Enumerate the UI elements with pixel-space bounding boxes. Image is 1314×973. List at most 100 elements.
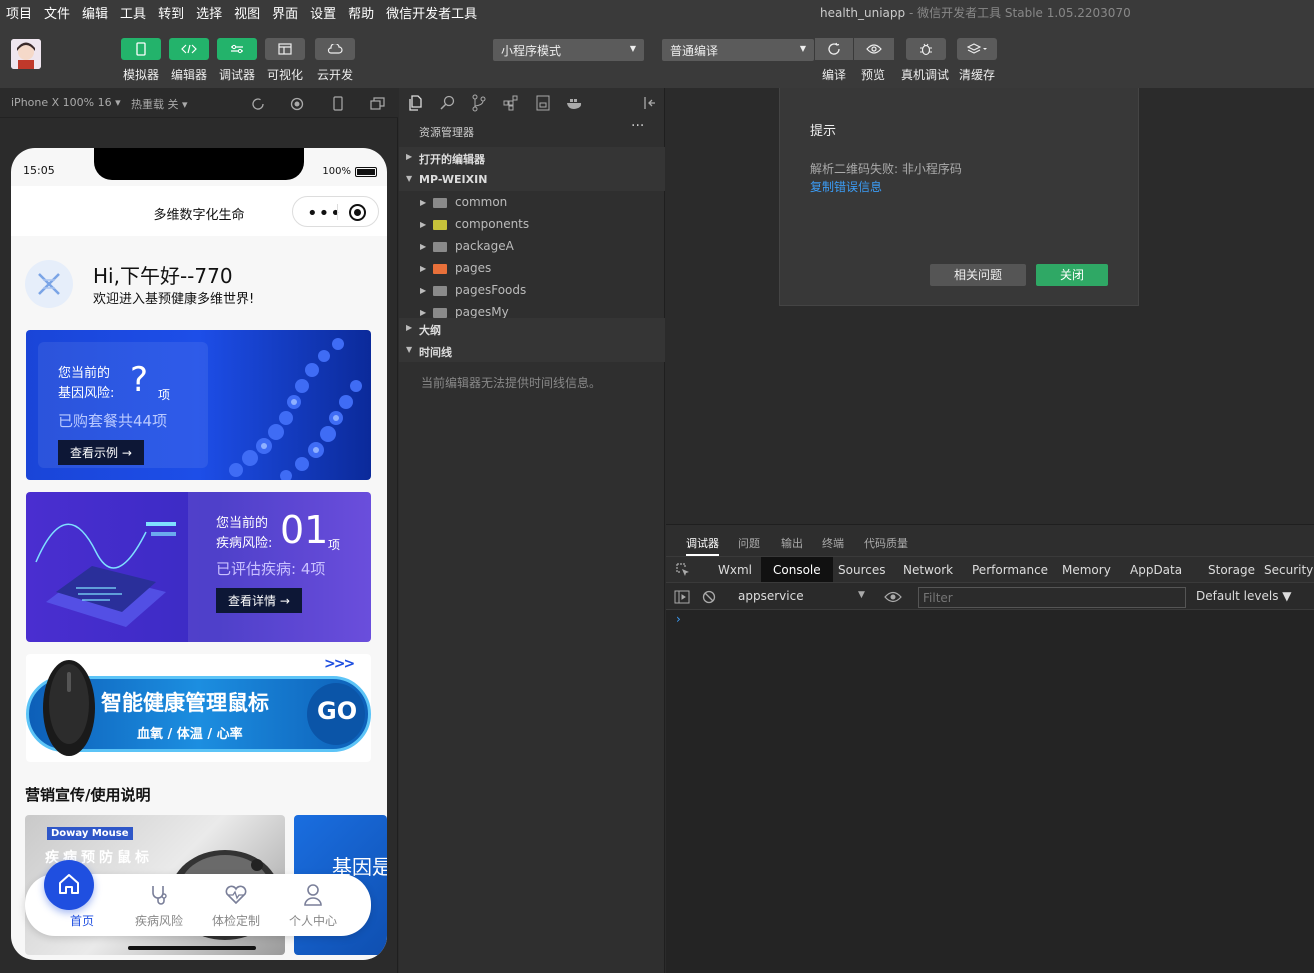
compile-label: 编译 bbox=[822, 68, 847, 82]
copy-error-link[interactable]: 复制错误信息 bbox=[810, 178, 882, 195]
smart-mouse-banner[interactable]: >>> 智能健康管理鼠标 血氧 / 体温 / 心率 GO bbox=[26, 654, 371, 762]
phone-simulator[interactable]: 15:05 100% 多维数字化生命 ••• Hi,下午好--770 欢迎进入基… bbox=[11, 148, 387, 960]
tab-sources[interactable]: Sources bbox=[826, 557, 897, 583]
tab-checkup[interactable]: 体检定制 bbox=[201, 874, 271, 936]
docker-icon[interactable] bbox=[566, 96, 584, 110]
device-select[interactable]: iPhone X 100% 16 ▾ bbox=[11, 96, 121, 109]
folder-packageA[interactable]: ▶ packageA bbox=[399, 236, 665, 258]
view-detail-button[interactable]: 查看详情 → bbox=[216, 588, 302, 613]
caret-down-icon: ▼ bbox=[799, 44, 806, 53]
record-icon[interactable] bbox=[290, 97, 304, 111]
caret-down-icon: ▼ bbox=[858, 590, 865, 600]
git-branch-icon[interactable] bbox=[472, 94, 486, 112]
caret-down-icon: ▼ bbox=[629, 44, 636, 53]
tab-profile[interactable]: 个人中心 bbox=[278, 874, 348, 936]
log-levels-select[interactable]: Default levels ▼ bbox=[1196, 589, 1292, 603]
menu-project[interactable]: 项目 bbox=[0, 3, 38, 22]
editor-button[interactable] bbox=[169, 38, 209, 60]
toolbar: 模拟器 编辑器 调试器 可视化 云开发 小程序模式 ▼ 普通编译 ▼ 编译 预览 真… bbox=[0, 24, 1314, 88]
related-issues-button[interactable]: 相关问题 bbox=[930, 264, 1026, 286]
sliders-icon bbox=[231, 44, 243, 54]
menu-devtools[interactable]: 微信开发者工具 bbox=[380, 3, 483, 22]
menu-tools[interactable]: 工具 bbox=[114, 3, 152, 22]
timeline-section[interactable]: ▼ 时间线 bbox=[399, 340, 665, 362]
folder-components[interactable]: ▶ components bbox=[399, 214, 665, 236]
menu-select[interactable]: 选择 bbox=[190, 3, 228, 22]
search-icon[interactable] bbox=[440, 95, 456, 111]
folder-icon bbox=[433, 264, 447, 274]
close-button[interactable]: 关闭 bbox=[1036, 264, 1108, 286]
avatar[interactable] bbox=[11, 39, 41, 69]
rotate-icon[interactable] bbox=[251, 97, 265, 111]
phone-icon[interactable] bbox=[332, 96, 344, 111]
disease-risk-card[interactable]: 您当前的 疾病风险: 01 项 已评估疾病: 4项 查看详情 → bbox=[26, 492, 371, 642]
tab-debugger[interactable]: 调试器 bbox=[686, 535, 719, 556]
tab-security[interactable]: Security bbox=[1252, 557, 1314, 583]
tab-code-quality[interactable]: 代码质量 bbox=[864, 535, 908, 551]
project-section[interactable]: ▼ MP-WEIXIN bbox=[399, 169, 665, 191]
simulator-bar: iPhone X 100% 16 ▾ 热重载 关 ▾ bbox=[0, 88, 398, 118]
debugger-button[interactable] bbox=[217, 38, 257, 60]
tab-console[interactable]: Console bbox=[761, 557, 833, 583]
tab-terminal[interactable]: 终端 bbox=[822, 535, 844, 551]
folder-pagesMy[interactable]: ▶ pagesMy bbox=[399, 302, 665, 318]
tab-output[interactable]: 输出 bbox=[781, 535, 803, 551]
remote-debug-button[interactable] bbox=[906, 38, 946, 60]
folder-pages[interactable]: ▶ pages bbox=[399, 258, 665, 280]
window-icon[interactable] bbox=[370, 97, 385, 110]
tab-performance[interactable]: Performance bbox=[960, 557, 1060, 583]
disease-risk-line2: 疾病风险: bbox=[216, 536, 273, 551]
filter-input[interactable] bbox=[918, 587, 1186, 608]
explorer-activity-bar bbox=[399, 88, 665, 118]
tab-appdata[interactable]: AppData bbox=[1118, 557, 1194, 583]
menu-interface[interactable]: 界面 bbox=[266, 3, 304, 22]
clear-cache-button[interactable] bbox=[957, 38, 997, 60]
editor-label: 编辑器 bbox=[171, 68, 208, 82]
simulator-label: 模拟器 bbox=[123, 68, 160, 82]
page-icon[interactable] bbox=[536, 95, 550, 111]
sidebar-toggle-icon[interactable] bbox=[674, 590, 690, 604]
marketing-title: 营销宣传/使用说明 bbox=[25, 786, 151, 804]
eye-icon[interactable] bbox=[884, 591, 902, 603]
tab-disease-risk[interactable]: 疾病风险 bbox=[124, 874, 194, 936]
context-select[interactable]: appservice bbox=[738, 589, 804, 603]
home-tab-bubble[interactable] bbox=[44, 860, 94, 910]
menu-edit[interactable]: 编辑 bbox=[76, 3, 114, 22]
simulator-button[interactable] bbox=[121, 38, 161, 60]
cloud-button[interactable] bbox=[315, 38, 355, 60]
folder-icon bbox=[433, 308, 447, 318]
data-screen-image bbox=[35, 522, 176, 627]
tab-network[interactable]: Network bbox=[891, 557, 965, 583]
view-example-button[interactable]: 查看示例 → bbox=[58, 440, 144, 465]
collapse-panel-icon[interactable] bbox=[643, 96, 657, 110]
tab-wxml[interactable]: Wxml bbox=[706, 557, 764, 583]
outline-section[interactable]: ▶ 大纲 bbox=[399, 318, 665, 340]
files-icon[interactable] bbox=[408, 95, 424, 111]
more-icon[interactable]: ··· bbox=[631, 118, 644, 134]
folder-common[interactable]: ▶ common bbox=[399, 192, 665, 214]
mode-select[interactable]: 小程序模式 ▼ bbox=[493, 39, 644, 61]
visual-button[interactable] bbox=[265, 38, 305, 60]
tab-problems[interactable]: 问题 bbox=[738, 535, 760, 551]
menu-view[interactable]: 视图 bbox=[228, 3, 266, 22]
menu-goto[interactable]: 转到 bbox=[152, 3, 190, 22]
open-editors-section[interactable]: ▶ 打开的编辑器 bbox=[399, 147, 665, 169]
menu-settings[interactable]: 设置 bbox=[304, 3, 342, 22]
extensions-icon[interactable] bbox=[503, 95, 519, 111]
clear-console-icon[interactable] bbox=[702, 590, 716, 604]
gene-risk-card[interactable]: 您当前的 基因风险: ? 项 已购套餐共44项 查看示例 → bbox=[26, 330, 371, 480]
tab-memory[interactable]: Memory bbox=[1050, 557, 1123, 583]
hotreload-select[interactable]: 热重载 关 ▾ bbox=[131, 96, 188, 112]
dialog-message: 解析二维码失败: 非小程序码 bbox=[810, 162, 962, 176]
menu-help[interactable]: 帮助 bbox=[342, 3, 380, 22]
preview-button[interactable] bbox=[854, 38, 894, 60]
brand-badge: Doway Mouse bbox=[47, 827, 133, 840]
compile-mode-select[interactable]: 普通编译 ▼ bbox=[662, 39, 814, 61]
console-prompt[interactable]: › bbox=[676, 612, 681, 626]
mouse-image bbox=[43, 660, 95, 756]
compile-button[interactable] bbox=[815, 38, 853, 60]
folder-pagesFoods[interactable]: ▶ pagesFoods bbox=[399, 280, 665, 302]
inspect-icon[interactable] bbox=[676, 563, 690, 577]
menu-file[interactable]: 文件 bbox=[38, 3, 76, 22]
close-miniprogram-icon[interactable] bbox=[349, 204, 366, 221]
